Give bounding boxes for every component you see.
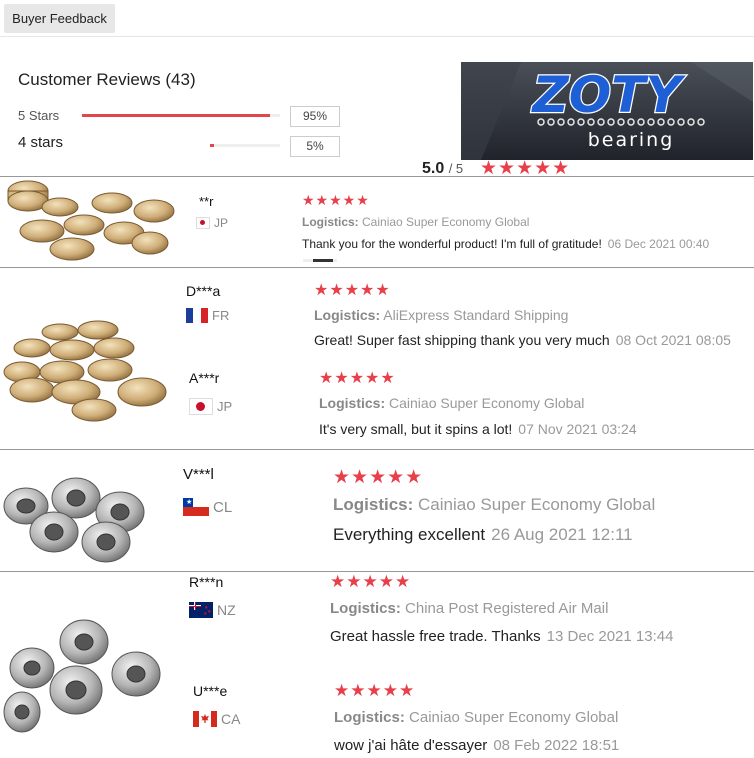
logo-graphic: ZOTY bearing: [461, 62, 753, 160]
logistics-label: Logistics:: [319, 395, 386, 411]
canada-flag-icon: [193, 711, 217, 727]
france-flag-icon: [186, 308, 208, 323]
logistics-value: Cainiao Super Economy Global: [418, 495, 656, 514]
product-photo-copper-disks: [7, 180, 175, 261]
review-country: ★ ★ ★ NZ: [189, 602, 236, 618]
review-stars: ★★★★★: [333, 467, 424, 488]
review-username: V***l: [183, 466, 214, 483]
review-logistics: Logistics: Cainiao Super Economy Global: [334, 709, 618, 726]
logistics-label: Logistics:: [334, 709, 405, 726]
logistics-value: Cainiao Super Economy Global: [362, 215, 530, 229]
logistics-label: Logistics:: [302, 215, 359, 229]
review-logistics: Logistics: AliExpress Standard Shipping: [314, 307, 568, 323]
product-photo-steel-bearings: [3, 477, 145, 563]
rating-row-4-label: 4 stars: [18, 134, 64, 151]
review-date: 26 Aug 2021 12:11: [491, 525, 633, 544]
rating-row-5-bar: [82, 114, 280, 117]
tab-underline: [0, 36, 754, 37]
logistics-value: Cainiao Super Economy Global: [409, 709, 619, 726]
review-username: U***e: [193, 683, 228, 699]
product-photo-copper-disks: [3, 320, 167, 422]
logistics-label: Logistics:: [330, 600, 401, 617]
chile-flag-icon: ★: [183, 498, 209, 516]
review-date: 06 Dec 2021 00:40: [607, 237, 710, 251]
review-body: Thank you for the wonderful product! I'm…: [302, 237, 709, 251]
review-country-code: CA: [221, 711, 241, 727]
review-body: Great hassle free trade. Thanks 13 Dec 20…: [330, 628, 673, 645]
review-stars: ★★★★★: [330, 572, 412, 591]
rating-row-5-label: 5 Stars: [18, 108, 60, 123]
review-date: 07 Nov 2021 03:24: [518, 421, 637, 437]
average-score-value: 5.0: [422, 160, 445, 177]
tab-buyer-feedback[interactable]: Buyer Feedback: [4, 4, 115, 33]
logistics-value: Cainiao Super Economy Global: [389, 395, 585, 411]
review-username: **r: [199, 194, 214, 209]
review-country-code: NZ: [217, 602, 236, 618]
review-logistics: Logistics: Cainiao Super Economy Global: [302, 215, 529, 229]
review-stars: ★★★★★: [302, 192, 370, 208]
review-country: CA: [193, 711, 240, 727]
rating-row-5-fill: [82, 114, 271, 117]
rating-row-4-bar: [210, 144, 280, 147]
review-country-code: FR: [212, 308, 230, 323]
logistics-label: Logistics:: [314, 307, 381, 323]
review-body: wow j'ai hâte d'essayer 08 Feb 2022 18:51: [334, 737, 619, 754]
review-text: Great hassle free trade. Thanks: [330, 628, 541, 645]
review-body: It's very small, but it spins a lot! 07 N…: [319, 421, 637, 437]
average-score-max: / 5: [448, 161, 464, 176]
logistics-label: Logistics:: [333, 495, 414, 514]
review-country: ★ CL: [183, 498, 232, 516]
review-text: Great! Super fast shipping thank you ver…: [314, 332, 610, 348]
product-image[interactable]: [2, 450, 180, 570]
brand-logo: ZOTY bearing: [461, 62, 753, 160]
review-country-code: JP: [217, 399, 233, 414]
review-username: A***r: [189, 370, 220, 386]
review-logistics: Logistics: China Post Registered Air Mai…: [330, 600, 608, 617]
review-country: JP: [189, 398, 232, 415]
review-text: Everything excellent: [333, 525, 486, 544]
review-stars: ★★★★★: [334, 681, 416, 700]
review-username: D***a: [186, 283, 221, 299]
japan-flag-icon: [189, 398, 213, 415]
product-photo-steel-bearings: [3, 619, 161, 733]
review-country: FR: [186, 308, 229, 323]
japan-flag-icon: [196, 217, 210, 229]
review-text: Thank you for the wonderful product! I'm…: [302, 237, 602, 251]
review-body: Everything excellent 26 Aug 2021 12:11: [333, 525, 633, 545]
review-country: JP: [196, 216, 228, 230]
rating-row-5-percent: 95%: [290, 106, 340, 127]
logistics-value: China Post Registered Air Mail: [405, 600, 609, 617]
image-scroll-indicator[interactable]: [303, 259, 337, 262]
review-text: wow j'ai hâte d'essayer: [334, 737, 488, 754]
review-body: Great! Super fast shipping thank you ver…: [314, 332, 731, 348]
product-image[interactable]: [2, 572, 180, 756]
logistics-value: AliExpress Standard Shipping: [383, 307, 569, 323]
review-stars: ★★★★★: [314, 282, 391, 299]
logo-subtitle-text: bearing: [588, 129, 675, 151]
review-logistics: Logistics: Cainiao Super Economy Global: [333, 495, 655, 515]
review-username: R***n: [189, 574, 224, 590]
review-country-code: JP: [214, 216, 229, 230]
review-country-code: CL: [213, 498, 233, 516]
review-date: 13 Dec 2021 13:44: [546, 628, 674, 645]
review-date: 08 Feb 2022 18:51: [493, 737, 620, 754]
review-text: It's very small, but it spins a lot!: [319, 421, 513, 437]
review-stars: ★★★★★: [319, 370, 396, 387]
reviews-title: Customer Reviews (43): [18, 70, 196, 89]
logo-brand-text: ZOTY: [530, 66, 686, 124]
product-image[interactable]: [2, 268, 180, 448]
review-logistics: Logistics: Cainiao Super Economy Global: [319, 395, 584, 411]
rating-row-4-fill: [210, 144, 214, 147]
review-date: 08 Oct 2021 08:05: [615, 332, 731, 348]
product-image[interactable]: [2, 177, 180, 266]
new-zealand-flag-icon: ★ ★ ★: [189, 602, 213, 618]
rating-row-4-percent: 5%: [290, 136, 340, 157]
